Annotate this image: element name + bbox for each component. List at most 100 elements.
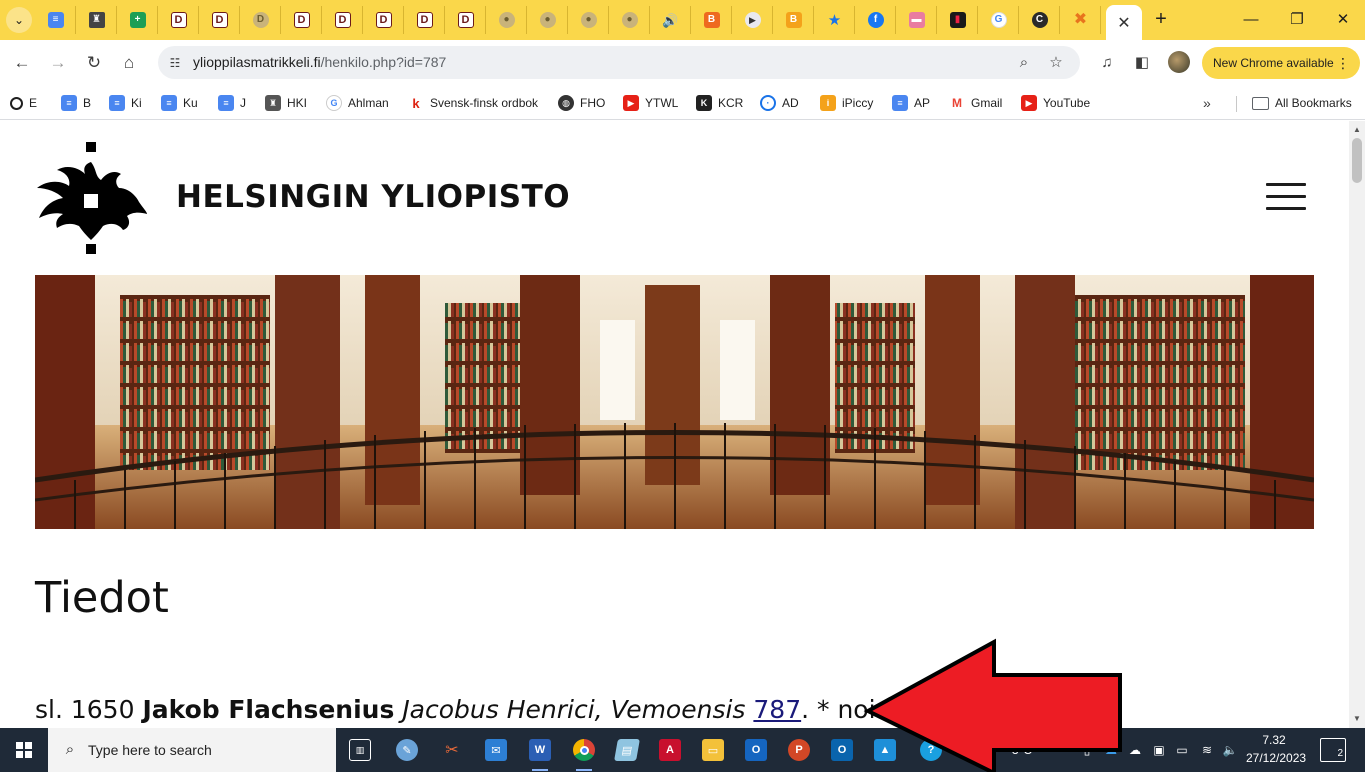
- media-control-icon[interactable]: ♫: [1096, 52, 1118, 74]
- tab[interactable]: ✖: [1061, 6, 1101, 34]
- bookmark-item[interactable]: ◍ FHO: [558, 92, 605, 114]
- tab[interactable]: ▬: [897, 6, 937, 34]
- tab[interactable]: D: [200, 6, 240, 34]
- bookmark-item[interactable]: K KCR: [696, 92, 743, 114]
- reload-icon[interactable]: ↻: [82, 51, 106, 75]
- more-menu-icon[interactable]: ⋮: [1336, 47, 1350, 79]
- notification-center-icon[interactable]: 2: [1320, 738, 1346, 762]
- powerpoint-app-icon[interactable]: P: [783, 734, 815, 766]
- tab[interactable]: +: [118, 6, 158, 34]
- url-text[interactable]: ylioppilasmatrikkeli.fi/henkilo.php?id=7…: [193, 54, 446, 70]
- tab[interactable]: ●: [528, 6, 568, 34]
- tab[interactable]: C: [1020, 6, 1060, 34]
- scroll-up-icon[interactable]: ▲: [1349, 123, 1365, 137]
- crest-icon: ♜: [88, 12, 105, 28]
- bookmark-item[interactable]: ▶ YouTube: [1021, 92, 1090, 114]
- tab[interactable]: B: [692, 6, 732, 34]
- bookmark-item[interactable]: ▶ YTWL: [623, 92, 678, 114]
- bookmark-item[interactable]: M Gmail: [949, 92, 1002, 114]
- mail-app-icon[interactable]: ✉: [480, 734, 512, 766]
- tab[interactable]: 🔊: [651, 6, 691, 34]
- bookmark-item[interactable]: E: [10, 92, 37, 114]
- chrome-app-icon[interactable]: [568, 734, 600, 771]
- volume-icon[interactable]: 🔈: [1219, 728, 1241, 772]
- bookmark-item[interactable]: i iPiccy: [820, 92, 873, 114]
- tab[interactable]: D: [364, 6, 404, 34]
- close-window-button[interactable]: ✕: [1328, 8, 1358, 32]
- bookmark-item[interactable]: ≡ Ki: [109, 92, 142, 114]
- cloud-icon[interactable]: ☁: [1125, 728, 1145, 772]
- bookmark-star-icon[interactable]: ☆: [1046, 53, 1066, 73]
- minimize-button[interactable]: —: [1236, 8, 1266, 32]
- tab[interactable]: ●: [569, 6, 609, 34]
- tab[interactable]: ≡: [36, 6, 76, 34]
- bookmark-item[interactable]: k Svensk-finsk ordbok: [408, 92, 538, 114]
- forward-arrow-icon[interactable]: →: [46, 51, 70, 75]
- bookmark-item[interactable]: ♜ HKI: [265, 92, 307, 114]
- scroll-down-icon[interactable]: ▼: [1349, 712, 1365, 726]
- tab[interactable]: B: [774, 6, 814, 34]
- file-explorer-icon[interactable]: ▭: [697, 734, 729, 766]
- tab[interactable]: ♜: [77, 6, 117, 34]
- taskbar-search-box[interactable]: ⌕ Type here to search: [48, 728, 336, 772]
- all-bookmarks-button[interactable]: All Bookmarks: [1252, 92, 1352, 114]
- tab[interactable]: D: [282, 6, 322, 34]
- new-tab-button[interactable]: +: [1150, 8, 1172, 30]
- bookmark-item[interactable]: · AD: [760, 92, 799, 114]
- outlook-new-icon[interactable]: O: [826, 734, 858, 766]
- home-icon[interactable]: ⌂: [117, 51, 141, 75]
- tab[interactable]: ★: [815, 6, 855, 34]
- tab[interactable]: ▮: [938, 6, 978, 34]
- tab[interactable]: ●: [487, 6, 527, 34]
- outlook-app-icon[interactable]: O: [740, 734, 772, 766]
- battery-icon[interactable]: ▭: [1172, 728, 1192, 772]
- puzzle-icon: ✖: [1073, 11, 1088, 28]
- menu-hamburger-icon[interactable]: [1266, 181, 1308, 213]
- tab[interactable]: D: [241, 6, 281, 34]
- scroll-thumb[interactable]: [1352, 138, 1362, 183]
- tab[interactable]: f: [856, 6, 896, 34]
- tab[interactable]: D: [323, 6, 363, 34]
- tab[interactable]: D: [159, 6, 199, 34]
- google-icon: G: [990, 12, 1007, 28]
- start-button[interactable]: [0, 728, 48, 772]
- bookmark-item[interactable]: ≡ Ku: [161, 92, 198, 114]
- bookmark-item[interactable]: ≡ J: [218, 92, 246, 114]
- acrobat-app-icon[interactable]: A: [654, 734, 686, 766]
- page-title: Tiedot: [35, 573, 169, 623]
- address-bar[interactable]: ☷ ylioppilasmatrikkeli.fi/henkilo.php?id…: [158, 46, 1080, 79]
- side-panel-icon[interactable]: ◧: [1131, 52, 1153, 74]
- record-number-link[interactable]: 787: [753, 695, 801, 724]
- tab[interactable]: ●: [610, 6, 650, 34]
- update-chrome-button[interactable]: New Chrome available ⋮: [1202, 47, 1360, 79]
- tab[interactable]: G: [979, 6, 1019, 34]
- web-page: HELSINGIN YLIOPISTO Tiedot sl. 1650 Jako…: [0, 121, 1349, 728]
- word-app-icon[interactable]: W: [524, 734, 556, 771]
- zoom-icon[interactable]: ⌕: [1014, 53, 1034, 73]
- site-info-icon[interactable]: ☷: [166, 54, 184, 72]
- university-name[interactable]: HELSINGIN YLIOPISTO: [176, 179, 570, 215]
- close-icon[interactable]: ✕: [1117, 13, 1130, 33]
- more-bookmarks-icon[interactable]: »: [1203, 92, 1211, 114]
- restore-button[interactable]: ❐: [1282, 8, 1312, 32]
- task-view-icon[interactable]: ▥: [344, 734, 376, 766]
- tab[interactable]: ▶: [733, 6, 773, 34]
- profile-avatar[interactable]: [1168, 51, 1190, 73]
- tab-search-icon[interactable]: ⌄: [6, 7, 32, 33]
- active-tab[interactable]: ✕: [1106, 5, 1142, 40]
- back-arrow-icon[interactable]: ←: [10, 51, 34, 75]
- snipping-tool-icon[interactable]: ✂: [436, 734, 468, 766]
- wifi-icon[interactable]: ≋: [1197, 728, 1217, 772]
- tab[interactable]: D: [446, 6, 486, 34]
- display-icon[interactable]: ▣: [1149, 728, 1169, 772]
- notes-app-icon[interactable]: ▤: [611, 734, 643, 766]
- university-logo-icon[interactable]: [35, 142, 147, 254]
- bookmark-item[interactable]: ≡ B: [61, 92, 91, 114]
- taskbar-clock[interactable]: 7.32 27/12/2023: [1246, 731, 1306, 767]
- page-scrollbar[interactable]: ▲ ▼: [1349, 121, 1365, 728]
- coin-icon: ●: [580, 12, 597, 28]
- bookmark-item[interactable]: G Ahlman: [326, 92, 389, 114]
- tab[interactable]: D: [405, 6, 445, 34]
- paint-app-icon[interactable]: ✎: [391, 734, 423, 766]
- bookmark-item[interactable]: ≡ AP: [892, 92, 930, 114]
